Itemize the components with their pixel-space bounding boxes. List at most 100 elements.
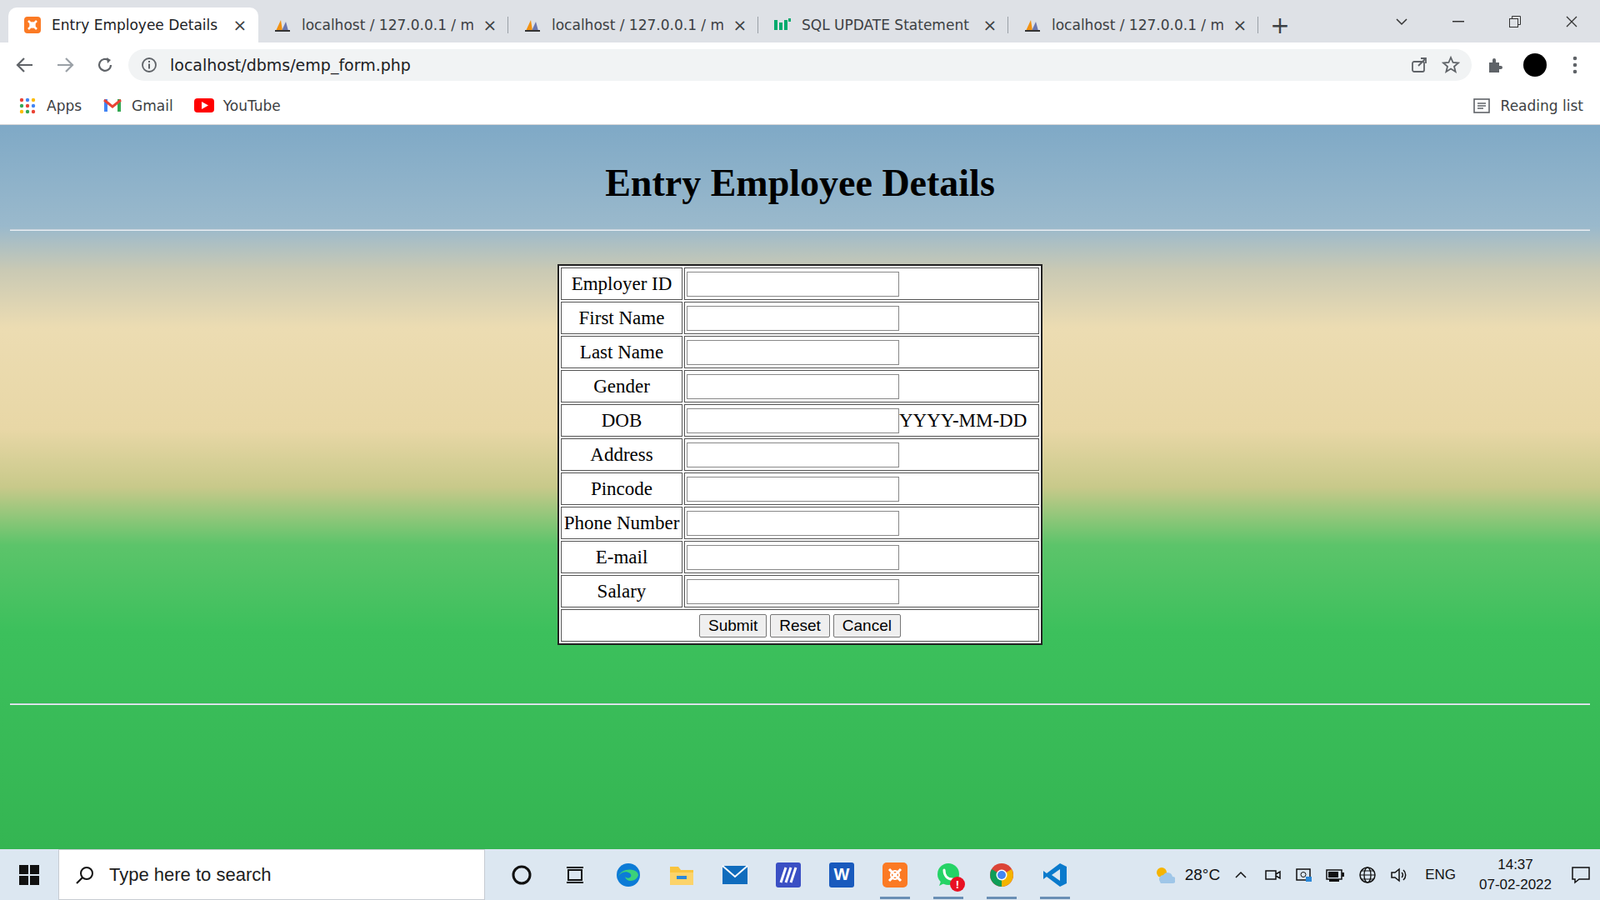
taskbar-apps: W! bbox=[495, 849, 1082, 900]
menu-dots-icon[interactable] bbox=[1558, 48, 1592, 82]
text-input[interactable] bbox=[686, 579, 900, 605]
back-arrow-icon[interactable] bbox=[8, 48, 42, 82]
share-icon[interactable] bbox=[1408, 54, 1430, 76]
bookmark[interactable]: Gmail bbox=[101, 95, 174, 117]
text-input[interactable] bbox=[686, 340, 900, 365]
page-heading: Entry Employee Details bbox=[10, 160, 1590, 206]
text-input[interactable] bbox=[686, 305, 900, 331]
vscode-icon[interactable] bbox=[1028, 849, 1082, 900]
profile-avatar-icon[interactable] bbox=[1518, 48, 1552, 82]
taskview-logo-icon bbox=[564, 864, 586, 886]
cortana-icon[interactable] bbox=[495, 849, 549, 900]
taskbar-search[interactable]: Type here to search bbox=[58, 849, 485, 900]
cancel-button[interactable]: Cancel bbox=[833, 614, 901, 638]
search-placeholder[interactable]: Type here to search bbox=[109, 864, 271, 886]
network-globe-icon[interactable] bbox=[1356, 864, 1379, 886]
new-tab-button[interactable]: + bbox=[1263, 7, 1297, 43]
xampp-icon[interactable] bbox=[868, 849, 922, 900]
form-row: Employer ID bbox=[560, 267, 1040, 300]
browser-tab[interactable]: localhost / 127.0.0.1 / my× bbox=[508, 7, 759, 43]
bookmark-star-icon[interactable] bbox=[1440, 54, 1462, 76]
input-language[interactable]: ENG bbox=[1425, 866, 1456, 884]
form-row: First Name bbox=[560, 301, 1040, 335]
pma-favicon-icon bbox=[271, 14, 294, 36]
clock[interactable]: 14:3707-02-2022 bbox=[1479, 855, 1552, 895]
field-cell bbox=[684, 472, 1040, 505]
word-icon[interactable]: W bbox=[815, 849, 869, 900]
xampp-logo-icon bbox=[882, 862, 908, 888]
browser-tab[interactable]: SQL UPDATE Statement × bbox=[758, 7, 1009, 43]
field-label: Salary bbox=[560, 575, 683, 608]
apps-icon bbox=[16, 95, 39, 117]
submit-button[interactable]: Submit bbox=[699, 614, 767, 638]
explorer-icon[interactable] bbox=[655, 849, 709, 900]
bookmark[interactable]: Apps bbox=[16, 95, 82, 117]
battery-icon[interactable] bbox=[1325, 864, 1347, 886]
volume-icon[interactable] bbox=[1388, 864, 1410, 886]
button-cell: SubmitResetCancel bbox=[560, 609, 1040, 642]
button-row: SubmitResetCancel bbox=[560, 609, 1040, 642]
browser-tab[interactable]: localhost / 127.0.0.1 / my× bbox=[1008, 7, 1259, 43]
mail-icon[interactable] bbox=[708, 849, 762, 900]
form-row: E-mail bbox=[560, 540, 1040, 574]
close-window-icon[interactable] bbox=[1543, 0, 1600, 43]
browser-tab[interactable]: Entry Employee Details× bbox=[8, 7, 259, 43]
reading-list[interactable]: Reading list bbox=[1470, 95, 1584, 117]
browser-tab[interactable]: localhost / 127.0.0.1 / my× bbox=[258, 7, 509, 43]
field-cell bbox=[684, 370, 1040, 403]
show-hidden-icon[interactable] bbox=[1230, 864, 1252, 886]
text-input[interactable] bbox=[686, 271, 900, 297]
word-logo: W bbox=[829, 862, 855, 888]
mathtool-icon[interactable] bbox=[761, 849, 815, 900]
text-input[interactable] bbox=[686, 476, 900, 502]
reload-icon[interactable] bbox=[88, 48, 122, 82]
bookmark[interactable]: YouTube bbox=[193, 95, 281, 117]
tab-close-button[interactable]: × bbox=[981, 15, 999, 35]
employee-form: Employer IDFirst NameLast NameGenderDOBY… bbox=[557, 264, 1043, 645]
tab-list: Entry Employee Details×localhost / 127.0… bbox=[0, 0, 1297, 43]
form-row: Last Name bbox=[560, 335, 1040, 369]
clock-date: 07-02-2022 bbox=[1479, 875, 1552, 895]
tab-search-icon[interactable] bbox=[1373, 0, 1430, 43]
minimize-icon[interactable] bbox=[1430, 0, 1487, 43]
extensions-icon[interactable] bbox=[1478, 48, 1512, 82]
tray-app-icon[interactable] bbox=[1293, 864, 1315, 886]
divider-line bbox=[10, 703, 1590, 705]
text-input[interactable] bbox=[686, 510, 900, 536]
action-center-icon[interactable] bbox=[1570, 864, 1592, 886]
tab-title: SQL UPDATE Statement bbox=[801, 16, 974, 34]
bookmark-label: YouTube bbox=[223, 97, 281, 115]
weather-cloud-icon[interactable] bbox=[1153, 864, 1175, 886]
bookmarks-bar: Apps Gmail YouTube Reading list bbox=[0, 86, 1600, 125]
reset-button[interactable]: Reset bbox=[770, 614, 830, 638]
chrome-icon[interactable] bbox=[975, 849, 1029, 900]
whatsapp-icon[interactable]: ! bbox=[921, 849, 975, 900]
web-page: Entry Employee Details Employer IDFirst N… bbox=[0, 125, 1600, 850]
text-input[interactable] bbox=[686, 545, 900, 570]
chrome-logo-icon bbox=[988, 861, 1015, 889]
text-input[interactable] bbox=[686, 408, 900, 434]
edge-icon[interactable] bbox=[601, 849, 655, 900]
text-input[interactable] bbox=[686, 442, 900, 468]
address-bar[interactable]: localhost/dbms/emp_form.php bbox=[128, 49, 1472, 81]
temperature[interactable]: 28°C bbox=[1185, 865, 1220, 885]
windows-start-icon[interactable] bbox=[0, 849, 59, 900]
tab-close-button[interactable]: × bbox=[1231, 15, 1249, 35]
form-row: Pincode bbox=[560, 472, 1040, 505]
tab-close-button[interactable]: × bbox=[231, 15, 249, 35]
field-label: Phone Number bbox=[560, 506, 683, 540]
window-controls bbox=[1373, 0, 1600, 43]
format-hint: YYYY-MM-DD bbox=[899, 410, 1027, 431]
field-cell bbox=[684, 540, 1040, 574]
tab-close-button[interactable]: × bbox=[481, 15, 499, 35]
text-input[interactable] bbox=[686, 374, 900, 400]
field-cell: YYYY-MM-DD bbox=[684, 404, 1040, 437]
meet-now-icon[interactable] bbox=[1261, 864, 1284, 886]
taskview-icon[interactable] bbox=[548, 849, 602, 900]
notification-badge: ! bbox=[950, 876, 965, 892]
url-text[interactable]: localhost/dbms/emp_form.php bbox=[170, 55, 1399, 75]
tab-close-button[interactable]: × bbox=[731, 15, 749, 35]
forward-arrow-icon[interactable] bbox=[48, 48, 82, 82]
restore-icon[interactable] bbox=[1486, 0, 1544, 43]
youtube-icon bbox=[193, 95, 215, 117]
